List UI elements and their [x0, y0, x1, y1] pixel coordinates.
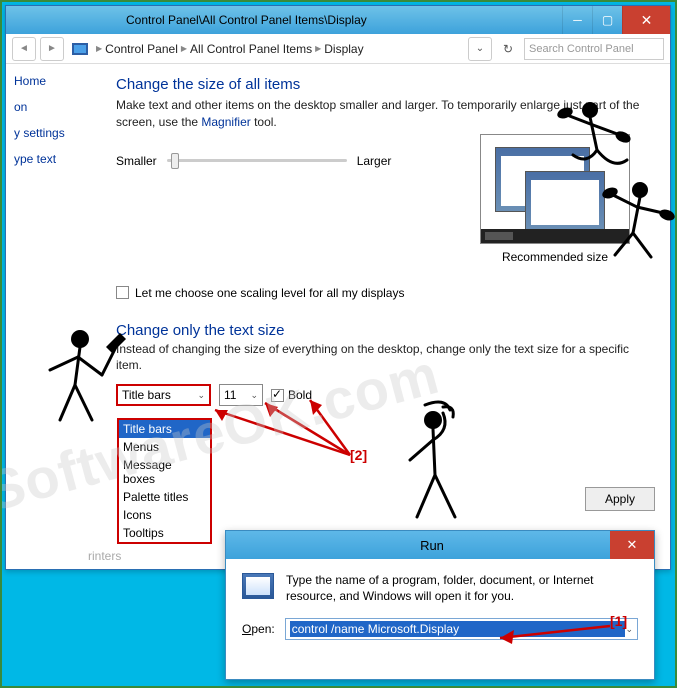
slider-thumb[interactable]: [171, 153, 179, 169]
scaling-checkbox[interactable]: [116, 286, 129, 299]
chevron-icon: ▶: [181, 44, 187, 53]
run-title: Run: [254, 538, 610, 553]
close-button[interactable]: ✕: [622, 6, 670, 34]
breadcrumb-item[interactable]: Display: [324, 42, 363, 56]
forward-button[interactable]: ►: [40, 37, 64, 61]
history-dropdown[interactable]: ⌄: [468, 37, 492, 61]
section-heading: Change only the text size: [116, 322, 650, 339]
open-label: Open:: [242, 622, 275, 636]
section-description: Instead of changing the size of everythi…: [116, 341, 650, 375]
sidebar-link[interactable]: on: [14, 100, 76, 114]
item-select[interactable]: Title bars ⌄: [116, 384, 211, 406]
open-input[interactable]: control /name Microsoft.Display ⌄: [285, 618, 638, 640]
dropdown-option[interactable]: Palette titles: [119, 488, 210, 506]
slider-label-larger: Larger: [357, 154, 392, 168]
chevron-down-icon: ⌄: [197, 390, 205, 401]
sidebar-link[interactable]: Home: [14, 74, 76, 88]
apply-button[interactable]: Apply: [585, 487, 655, 511]
control-panel-window: Control Panel\All Control Panel Items\Di…: [5, 5, 671, 570]
bold-label: Bold: [288, 388, 312, 402]
recommended-label: Recommended size: [480, 250, 630, 264]
back-button[interactable]: ◄: [12, 37, 36, 61]
dropdown-option[interactable]: Icons: [119, 506, 210, 524]
section-heading: Change the size of all items: [116, 76, 650, 93]
sidebar-link[interactable]: ype text: [14, 152, 76, 166]
breadcrumb-item[interactable]: All Control Panel Items: [190, 42, 312, 56]
control-panel-icon: [72, 43, 88, 55]
preview-image: [480, 134, 630, 244]
size-slider[interactable]: [167, 151, 347, 171]
minimize-button[interactable]: ─: [562, 6, 592, 34]
sidebar-link[interactable]: y settings: [14, 126, 76, 140]
run-description: Type the name of a program, folder, docu…: [286, 573, 638, 604]
sidebar: Home on y settings ype text: [6, 64, 76, 569]
refresh-icon[interactable]: ↻: [496, 37, 520, 61]
titlebar[interactable]: Control Panel\All Control Panel Items\Di…: [6, 6, 670, 34]
maximize-button[interactable]: ▢: [592, 6, 622, 34]
open-value: control /name Microsoft.Display: [290, 621, 626, 637]
run-icon: [242, 573, 274, 599]
dropdown-option[interactable]: Message boxes: [119, 456, 210, 488]
magnifier-link[interactable]: Magnifier: [201, 115, 250, 129]
scaling-label: Let me choose one scaling level for all …: [135, 286, 404, 300]
chevron-down-icon: ⌄: [625, 624, 633, 635]
chevron-icon: ▶: [96, 44, 102, 53]
search-input[interactable]: Search Control Panel: [524, 38, 664, 60]
preview-box: Recommended size: [480, 134, 630, 264]
run-dialog: Run ✕ Type the name of a program, folder…: [225, 530, 655, 680]
sidebar-bottom-link[interactable]: rinters: [88, 549, 121, 563]
size-select[interactable]: 11 ⌄: [219, 384, 263, 406]
breadcrumb-item[interactable]: Control Panel: [105, 42, 178, 56]
dropdown-option[interactable]: Tooltips: [119, 524, 210, 542]
section-description: Make text and other items on the desktop…: [116, 97, 650, 131]
chevron-down-icon: ⌄: [250, 390, 258, 401]
dropdown-option[interactable]: Title bars: [119, 420, 210, 438]
run-titlebar[interactable]: Run ✕: [226, 531, 654, 559]
breadcrumb[interactable]: ▶ Control Panel ▶ All Control Panel Item…: [96, 42, 464, 56]
bold-checkbox[interactable]: [271, 389, 284, 402]
window-title: Control Panel\All Control Panel Items\Di…: [116, 13, 562, 27]
slider-label-smaller: Smaller: [116, 154, 157, 168]
toolbar: ◄ ► ▶ Control Panel ▶ All Control Panel …: [6, 34, 670, 64]
chevron-icon: ▶: [315, 44, 321, 53]
item-dropdown[interactable]: Title bars Menus Message boxes Palette t…: [117, 418, 212, 544]
run-close-button[interactable]: ✕: [610, 531, 654, 559]
dropdown-option[interactable]: Menus: [119, 438, 210, 456]
